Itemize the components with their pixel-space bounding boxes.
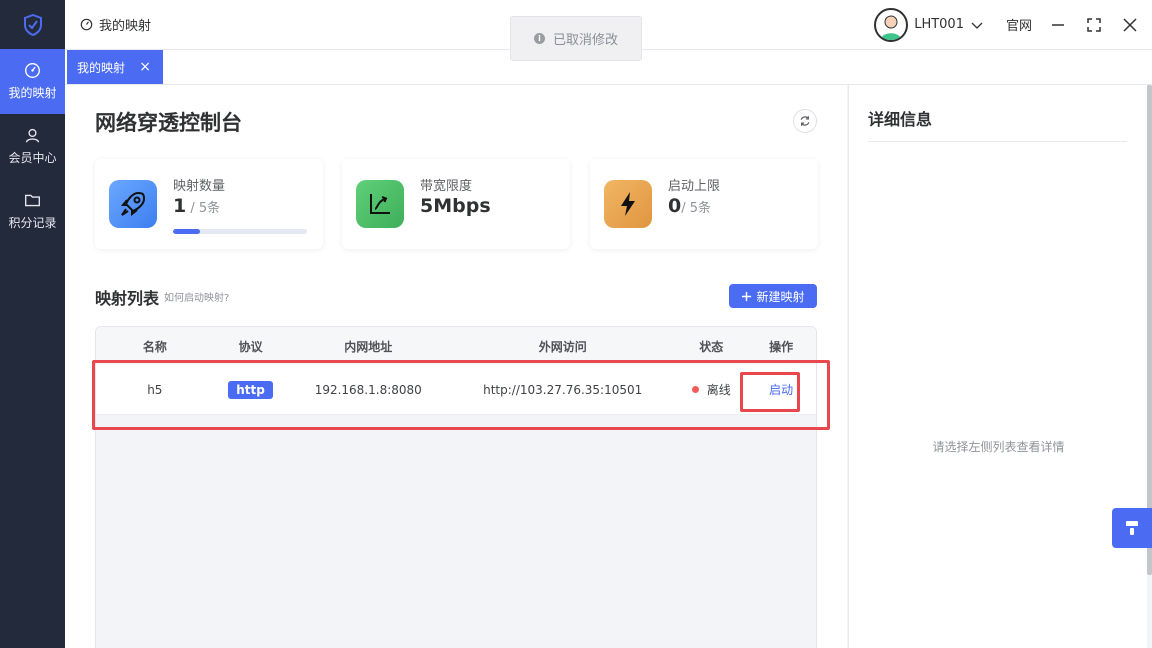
stat-label: 带宽限度 bbox=[420, 179, 473, 194]
lightning-icon bbox=[604, 180, 652, 228]
avatar[interactable] bbox=[874, 7, 909, 42]
stat-label: 映射数量 bbox=[173, 179, 226, 194]
stat-value: 0/ 5条 bbox=[668, 195, 712, 217]
breadcrumb-label: 我的映射 bbox=[99, 19, 152, 34]
user-icon bbox=[25, 128, 40, 143]
mapping-progress-bar bbox=[173, 229, 307, 234]
detail-title: 详细信息 bbox=[868, 110, 933, 129]
tab-label: 我的映射 bbox=[77, 60, 126, 75]
maximize-icon bbox=[1087, 17, 1101, 32]
column-header: 状态 bbox=[699, 339, 724, 354]
sidebar-item-member-center[interactable]: 会员中心 bbox=[0, 114, 65, 179]
maximize-button[interactable] bbox=[1076, 0, 1112, 50]
highlight-row-box bbox=[92, 360, 830, 430]
stat-suffix: / 5条 bbox=[681, 201, 712, 216]
sidebar-item-points-record[interactable]: 积分记录 bbox=[0, 179, 65, 244]
stat-card-bandwidth: 带宽限度 5Mbps bbox=[342, 159, 570, 249]
sidebar: 我的映射 会员中心 积分记录 bbox=[0, 0, 65, 648]
folder-icon bbox=[25, 194, 40, 207]
stat-value: 5Mbps bbox=[420, 195, 491, 217]
dashboard-icon bbox=[80, 18, 93, 31]
refresh-icon bbox=[800, 116, 810, 126]
stat-card-start-limit: 启动上限 0/ 5条 bbox=[590, 159, 818, 249]
column-header: 操作 bbox=[769, 339, 794, 354]
shield-logo-icon bbox=[23, 13, 42, 36]
highlight-start-box bbox=[740, 372, 800, 412]
official-site-link[interactable]: 官网 bbox=[1006, 15, 1032, 34]
page-title: 网络穿透控制台 bbox=[95, 111, 242, 135]
tab-close-icon[interactable]: × bbox=[139, 59, 151, 75]
divider bbox=[868, 141, 1127, 142]
chevron-down-icon[interactable] bbox=[970, 18, 984, 32]
plus-icon bbox=[742, 291, 752, 301]
stat-value: 1 / 5条 bbox=[173, 195, 221, 217]
new-mapping-button[interactable]: 新建映射 bbox=[729, 284, 817, 308]
minimize-button[interactable] bbox=[1040, 0, 1076, 50]
scrollbar[interactable] bbox=[1147, 85, 1152, 575]
toast-text: 已取消修改 bbox=[552, 33, 618, 48]
close-icon bbox=[1123, 17, 1137, 32]
stat-label: 启动上限 bbox=[668, 179, 721, 194]
rocket-icon bbox=[109, 180, 157, 228]
progress-fill bbox=[173, 229, 200, 234]
column-header: 协议 bbox=[238, 339, 263, 354]
header-right: LHT001 官网 bbox=[874, 0, 1152, 50]
detail-panel: 详细信息 请选择左侧列表查看详情 bbox=[848, 85, 1147, 648]
column-header: 外网访问 bbox=[538, 339, 587, 354]
floating-tool-button[interactable] bbox=[1112, 508, 1152, 548]
dashboard-icon bbox=[25, 63, 40, 78]
minimize-icon bbox=[1052, 23, 1064, 26]
close-button[interactable] bbox=[1112, 0, 1148, 50]
refresh-button[interactable] bbox=[793, 109, 817, 133]
brush-icon bbox=[1126, 521, 1138, 535]
column-header: 内网地址 bbox=[344, 339, 393, 354]
detail-empty-text: 请选择左侧列表查看详情 bbox=[932, 440, 1065, 454]
sidebar-item-label: 我的映射 bbox=[8, 86, 57, 100]
list-title: 映射列表 bbox=[95, 289, 160, 308]
info-icon: i bbox=[533, 33, 545, 44]
stat-suffix: / 5条 bbox=[186, 201, 221, 216]
breadcrumb: 我的映射 bbox=[80, 15, 151, 34]
how-to-start-link[interactable]: 如何启动映射? bbox=[164, 289, 229, 304]
chart-trend-icon bbox=[356, 180, 404, 228]
sidebar-item-label: 会员中心 bbox=[8, 151, 57, 165]
stat-card-mapping-count: 映射数量 1 / 5条 bbox=[95, 159, 323, 249]
avatar-icon bbox=[881, 15, 902, 40]
app-logo bbox=[0, 0, 65, 49]
sidebar-item-label: 积分记录 bbox=[8, 216, 57, 230]
new-mapping-label: 新建映射 bbox=[756, 289, 805, 304]
sidebar-item-my-mapping[interactable]: 我的映射 bbox=[0, 49, 65, 114]
column-header: 名称 bbox=[142, 339, 167, 354]
username[interactable]: LHT001 bbox=[914, 17, 964, 32]
toast-message: i 已取消修改 bbox=[510, 16, 642, 61]
tab-my-mapping[interactable]: 我的映射 × bbox=[67, 50, 163, 84]
